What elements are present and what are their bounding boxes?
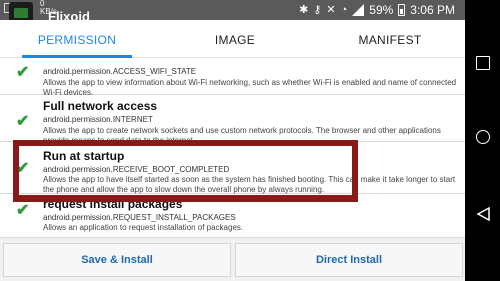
- bottom-action-bar: Save & Install Direct Install: [0, 237, 465, 281]
- permission-title: Full network access: [43, 99, 158, 113]
- highlight-annotation-box: [13, 140, 358, 202]
- save-install-button[interactable]: Save & Install: [3, 243, 231, 277]
- checkmark-icon: ✔: [16, 202, 30, 219]
- app-screen: ✱ ⚷ ✕ ◔ 59% 3:06 PM 0 KB/s Flixoid PERMI…: [0, 0, 465, 281]
- back-icon[interactable]: [475, 206, 491, 222]
- permission-code: android.permission.REQUEST_INSTALL_PACKA…: [43, 213, 236, 222]
- permission-code: android.permission.ACCESS_WIFI_STATE: [43, 67, 197, 76]
- checkmark-icon: ✔: [16, 113, 30, 130]
- home-icon[interactable]: [476, 130, 490, 144]
- permission-item[interactable]: ✔ android.permission.ACCESS_WIFI_STATE A…: [0, 58, 465, 97]
- permission-description: Allows an application to request install…: [43, 223, 244, 232]
- tab-bar: PERMISSION IMAGE MANIFEST: [0, 20, 465, 58]
- tab-permission[interactable]: PERMISSION: [22, 20, 132, 58]
- permission-item[interactable]: ✔ Full network access android.permission…: [0, 95, 465, 145]
- recent-apps-icon[interactable]: [476, 56, 490, 70]
- tab-manifest[interactable]: MANIFEST: [320, 20, 460, 58]
- checkmark-icon: ✔: [16, 64, 30, 81]
- tab-image[interactable]: IMAGE: [185, 20, 285, 58]
- permission-code: android.permission.INTERNET: [43, 115, 153, 124]
- direct-install-button[interactable]: Direct Install: [235, 243, 463, 277]
